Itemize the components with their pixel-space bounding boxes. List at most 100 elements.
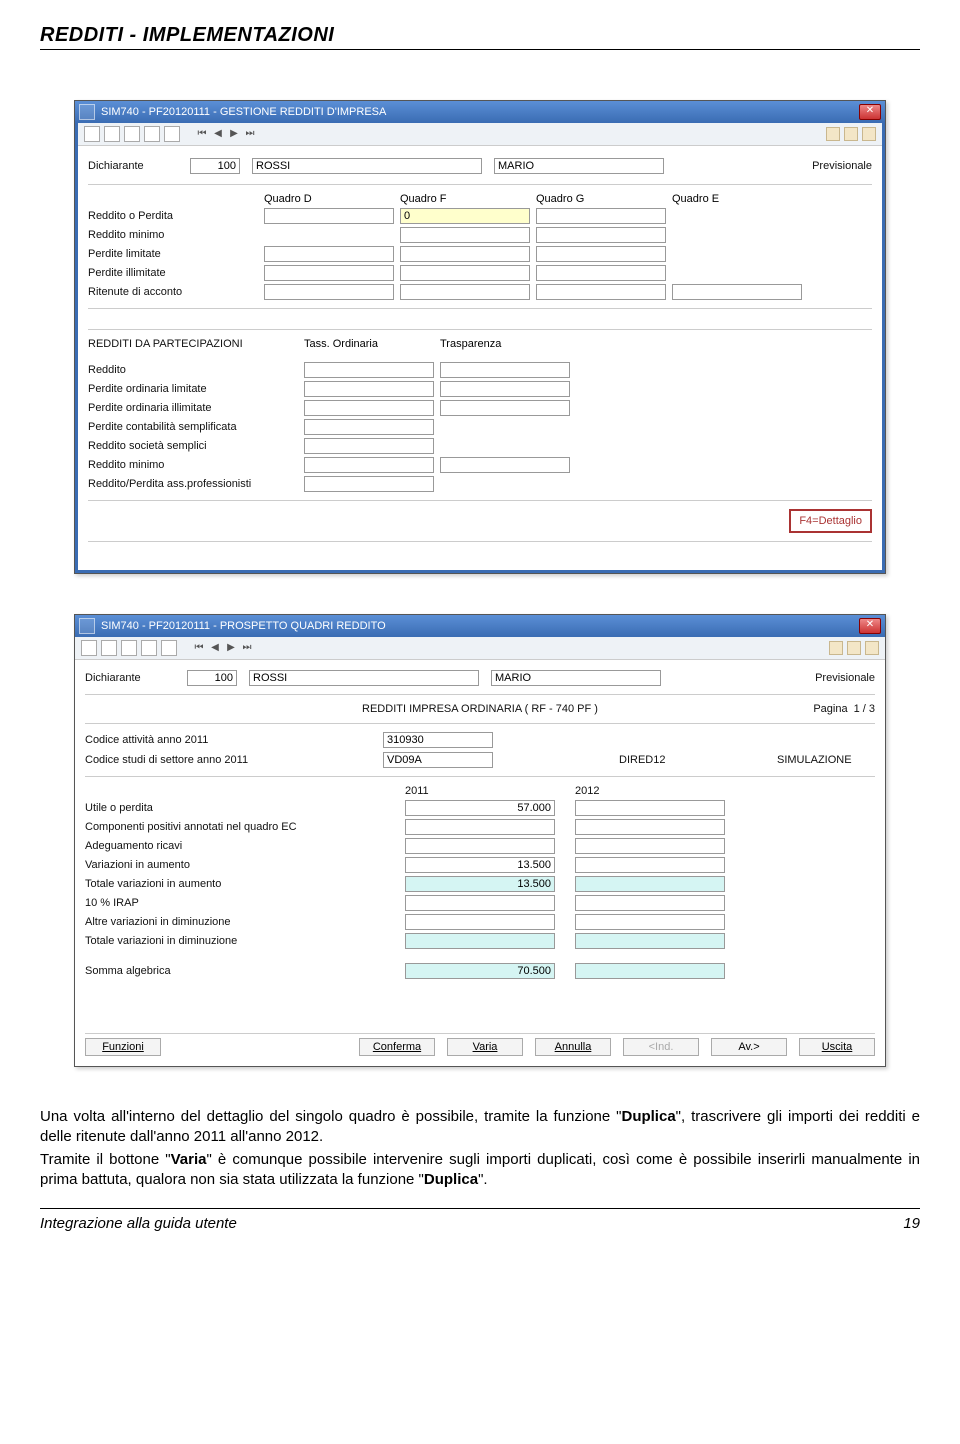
cell[interactable]: 57.000 [405,800,555,816]
cell[interactable] [536,246,666,262]
field-name[interactable]: MARIO [494,158,664,174]
toolbar-icon[interactable] [104,126,120,142]
row-label: Utile o perdita [85,802,385,814]
cell[interactable] [304,381,434,397]
nav-next-icon[interactable]: ▶ [225,642,237,654]
cell[interactable] [304,438,434,454]
cell[interactable]: 13.500 [405,876,555,892]
toolbar-icon[interactable] [81,640,97,656]
body-paragraph: Una volta all'interno del dettaglio del … [40,1107,920,1148]
toolbar-icon[interactable] [829,641,843,655]
close-icon[interactable]: ✕ [859,618,881,634]
cell[interactable] [400,284,530,300]
year-header: 2011 [405,785,555,797]
row-label: Ritenute di acconto [88,286,258,298]
cell[interactable] [536,265,666,281]
toolbar-icon[interactable] [847,641,861,655]
field-code[interactable]: 100 [190,158,240,174]
cell[interactable] [400,246,530,262]
cell[interactable] [575,800,725,816]
cell[interactable]: 0 [400,208,530,224]
field-name[interactable]: MARIO [491,670,661,686]
cell[interactable] [405,819,555,835]
toolbar-icon[interactable] [84,126,100,142]
varia-button[interactable]: Varia [447,1038,523,1056]
label-simulazione: SIMULAZIONE [777,754,897,766]
cell[interactable] [400,265,530,281]
close-icon[interactable]: ✕ [859,104,881,120]
cell[interactable] [536,208,666,224]
field-surname[interactable]: ROSSI [249,670,479,686]
cell[interactable] [575,895,725,911]
cell[interactable] [405,895,555,911]
toolbar-icon[interactable] [101,640,117,656]
uscita-button[interactable]: Uscita [799,1038,875,1056]
toolbar-icon[interactable] [121,640,137,656]
cell[interactable] [304,400,434,416]
cell[interactable] [440,457,570,473]
divider [85,776,875,777]
cell[interactable] [440,362,570,378]
nav-first-icon[interactable]: ⏮ [193,642,205,654]
cell[interactable] [304,362,434,378]
col-header: Quadro F [400,193,530,205]
cell[interactable] [672,284,802,300]
cell-somma[interactable]: 70.500 [405,963,555,979]
field-codice-studi[interactable]: VD09A [383,752,493,768]
cell[interactable] [400,227,530,243]
toolbar-icon[interactable] [826,127,840,141]
cell[interactable] [575,857,725,873]
annulla-button[interactable]: Annulla [535,1038,611,1056]
toolbar-icon[interactable] [161,640,177,656]
toolbar-icon[interactable] [124,126,140,142]
button-bar: Funzioni Conferma Varia Annulla <Ind. Av… [85,1033,875,1056]
cell[interactable] [264,208,394,224]
year-header: 2012 [575,785,725,797]
toolbar-icon[interactable] [862,127,876,141]
section-title: REDDITI DA PARTECIPAZIONI [88,338,298,350]
toolbar-icon[interactable] [865,641,879,655]
nav-last-icon[interactable]: ⏭ [244,128,256,140]
cell[interactable] [264,246,394,262]
cell[interactable] [405,914,555,930]
cell[interactable] [264,265,394,281]
cell[interactable] [405,838,555,854]
row-label: Perdite illimitate [88,267,258,279]
field-surname[interactable]: ROSSI [252,158,482,174]
nav-prev-icon[interactable]: ◀ [212,128,224,140]
row-label: Altre variazioni in diminuzione [85,916,385,928]
cell-somma[interactable] [575,963,725,979]
cell[interactable] [304,419,434,435]
toolbar-icon[interactable] [844,127,858,141]
cell[interactable] [304,476,434,492]
cell[interactable] [405,933,555,949]
row-label: Totale variazioni in diminuzione [85,935,385,947]
toolbar-icon[interactable] [144,126,160,142]
field-code[interactable]: 100 [187,670,237,686]
cell[interactable]: 13.500 [405,857,555,873]
cell[interactable] [575,933,725,949]
cell[interactable] [440,381,570,397]
cell[interactable] [536,227,666,243]
footer-page-number: 19 [903,1215,920,1232]
nav-next-icon[interactable]: ▶ [228,128,240,140]
field-codice-attivita[interactable]: 310930 [383,732,493,748]
nav-prev-icon[interactable]: ◀ [209,642,221,654]
dettaglio-button[interactable]: F4=Dettaglio [789,509,872,533]
toolbar-icon[interactable] [164,126,180,142]
cell[interactable] [575,819,725,835]
funzioni-button[interactable]: Funzioni [85,1038,161,1056]
toolbar-icon[interactable] [141,640,157,656]
cell[interactable] [575,876,725,892]
cell[interactable] [264,284,394,300]
conferma-button[interactable]: Conferma [359,1038,435,1056]
doc-header: REDDITI - IMPLEMENTAZIONI [40,24,920,47]
cell[interactable] [575,838,725,854]
cell[interactable] [440,400,570,416]
cell[interactable] [536,284,666,300]
cell[interactable] [304,457,434,473]
av-button[interactable]: Av.> [711,1038,787,1056]
nav-first-icon[interactable]: ⏮ [196,128,208,140]
cell[interactable] [575,914,725,930]
row-label: Reddito società semplici [88,440,298,452]
